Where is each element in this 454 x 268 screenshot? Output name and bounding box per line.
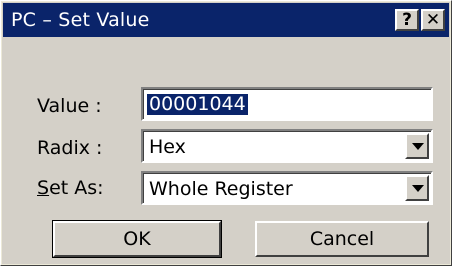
- set-as-dropdown-button[interactable]: [405, 175, 429, 201]
- cancel-button[interactable]: Cancel: [255, 221, 429, 257]
- close-button[interactable]: ✕: [421, 9, 445, 31]
- radix-dropdown-button[interactable]: [405, 133, 429, 159]
- help-icon: ?: [402, 10, 412, 30]
- chevron-down-icon: [412, 143, 424, 150]
- set-as-label: Set As:: [37, 177, 104, 199]
- value-label: Value :: [37, 95, 102, 117]
- radix-select[interactable]: Hex: [141, 129, 433, 163]
- window-title: PC – Set Value: [11, 9, 150, 31]
- set-as-select[interactable]: Whole Register: [141, 171, 433, 205]
- radix-select-frame: [143, 131, 431, 161]
- set-as-selected-value: Whole Register: [149, 178, 293, 200]
- radix-label: Radix :: [37, 137, 103, 159]
- set-as-mnemonic: S: [37, 177, 50, 199]
- set-as-label-rest: et As:: [49, 177, 104, 199]
- set-value-dialog: PC – Set Value ? ✕ Value : 00001044 Radi…: [0, 0, 452, 266]
- ok-button[interactable]: OK: [52, 220, 222, 258]
- close-icon: ✕: [425, 10, 441, 30]
- radix-selected-value: Hex: [149, 136, 186, 158]
- title-bar[interactable]: PC – Set Value ? ✕: [3, 3, 449, 37]
- chevron-down-icon: [412, 185, 424, 192]
- value-input-text[interactable]: 00001044: [147, 94, 248, 115]
- value-input[interactable]: 00001044: [141, 87, 433, 121]
- help-button[interactable]: ?: [395, 9, 419, 31]
